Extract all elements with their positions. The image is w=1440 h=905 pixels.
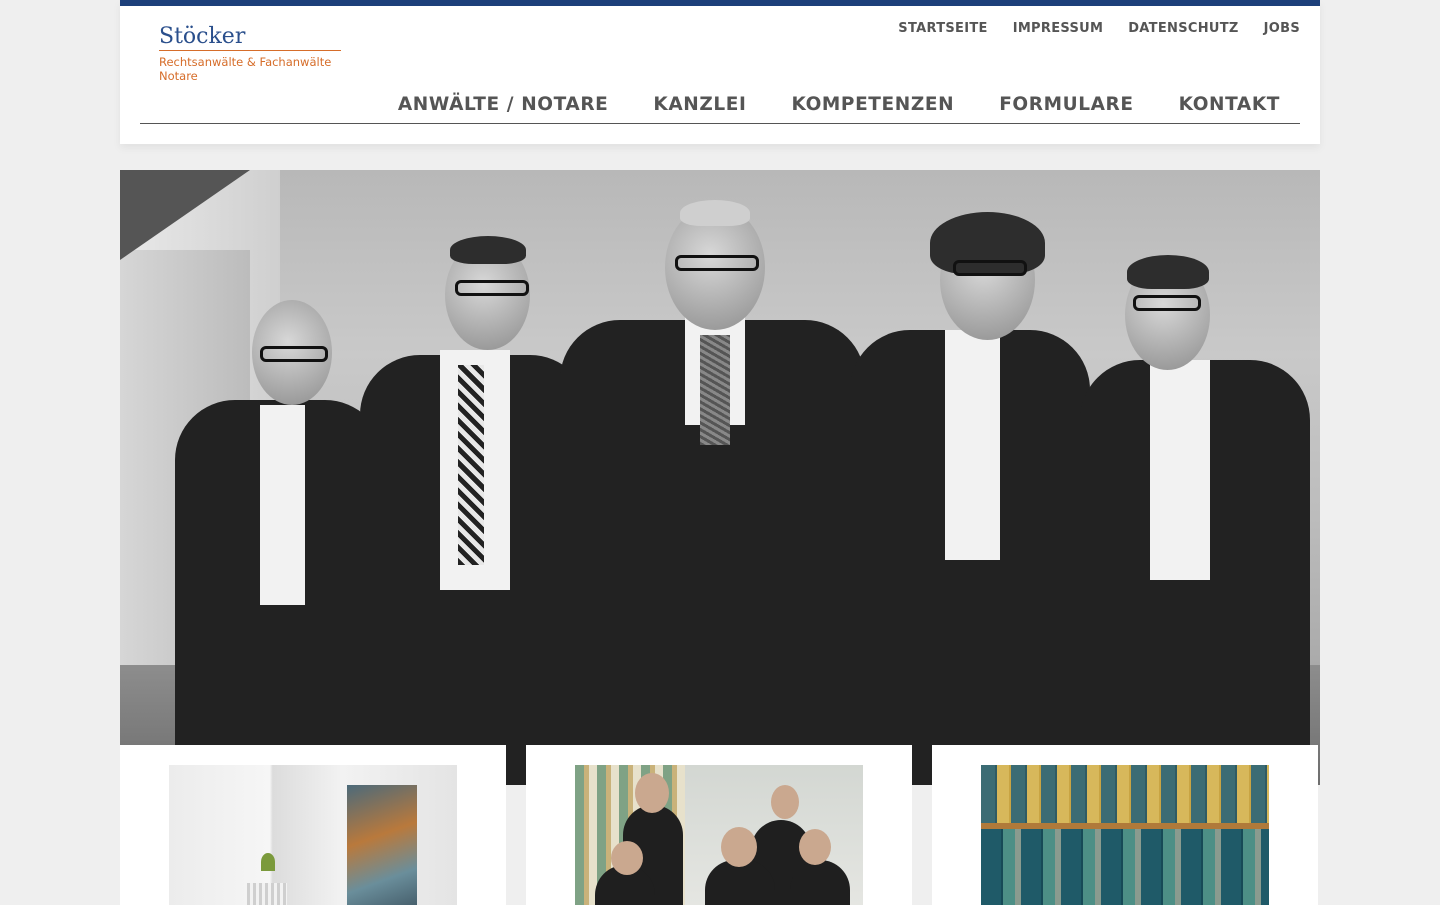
teaser-card-office[interactable] xyxy=(120,745,506,905)
top-navigation: STARTSEITE IMPRESSUM DATENSCHUTZ JOBS xyxy=(898,21,1300,36)
person-head-image xyxy=(799,829,831,865)
plant-image xyxy=(261,853,275,871)
logo[interactable]: Stöcker Rechtsanwälte & Fachanwälte Nota… xyxy=(159,24,341,83)
topnav-impressum[interactable]: IMPRESSUM xyxy=(1013,21,1104,36)
teaser-card-team[interactable] xyxy=(526,745,912,905)
topnav-datenschutz[interactable]: DATENSCHUTZ xyxy=(1128,21,1238,36)
teaser-card-books[interactable] xyxy=(932,745,1318,905)
site-header: Stöcker Rechtsanwälte & Fachanwälte Nota… xyxy=(120,0,1320,144)
team-at-table-photo xyxy=(575,765,863,905)
topnav-jobs[interactable]: JOBS xyxy=(1264,21,1300,36)
hero-wall-shadow xyxy=(120,170,250,260)
page: Stöcker Rechtsanwälte & Fachanwälte Nota… xyxy=(120,0,1320,905)
mainnav-kanzlei[interactable]: KANZLEI xyxy=(653,94,746,123)
person-head-image xyxy=(721,827,757,867)
person-head-image xyxy=(635,773,669,813)
logo-name: Stöcker xyxy=(159,24,341,51)
logo-subtitle: Rechtsanwälte & Fachanwälte xyxy=(159,55,332,69)
radiator-image xyxy=(247,883,287,905)
person-head-image xyxy=(771,785,799,819)
hero-team-photo xyxy=(120,170,1320,785)
mainnav-formulare[interactable]: FORMULARE xyxy=(999,94,1133,123)
main-navigation: ANWÄLTE / NOTARE KANZLEI KOMPETENZEN FOR… xyxy=(140,94,1300,124)
person-image xyxy=(790,860,850,905)
person-head-image xyxy=(611,841,643,875)
topnav-startseite[interactable]: STARTSEITE xyxy=(898,21,987,36)
mainnav-kompetenzen[interactable]: KOMPETENZEN xyxy=(791,94,954,123)
mainnav-kontakt[interactable]: KONTAKT xyxy=(1179,94,1280,123)
books-bottom-image xyxy=(981,829,1269,905)
mainnav-anwaelte-notare[interactable]: ANWÄLTE / NOTARE xyxy=(398,94,609,123)
logo-subtitle-notare: Notare xyxy=(159,69,198,83)
law-books-shelf-photo xyxy=(981,765,1269,905)
painting-image xyxy=(347,785,417,905)
office-interior-photo xyxy=(169,765,457,905)
